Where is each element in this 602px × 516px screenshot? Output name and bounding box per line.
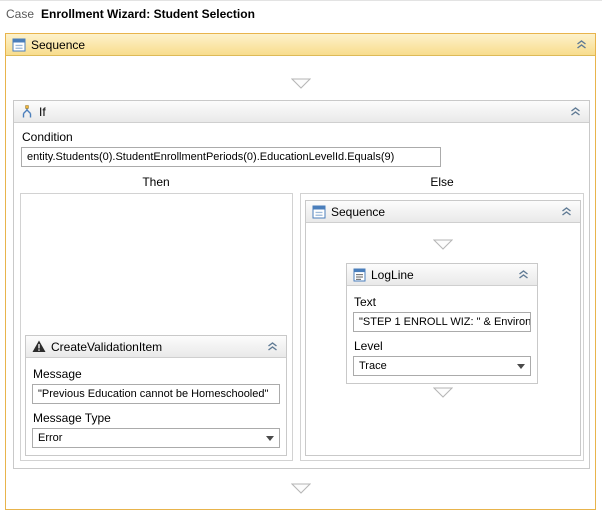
create-validation-item-body: Message "Previous Education cannot be Ho…: [26, 358, 286, 455]
if-activity: If Condition entity.Students(0).StudentE…: [13, 100, 590, 469]
drop-target-triangle[interactable]: [433, 239, 453, 250]
logline-header[interactable]: LogLine: [347, 264, 537, 286]
double-chevron-up-icon: [570, 107, 581, 116]
double-chevron-up-icon: [518, 270, 529, 279]
else-branch-drop-area[interactable]: Sequence: [300, 193, 584, 461]
breadcrumb: Case Enrollment Wizard: Student Selectio…: [0, 1, 602, 27]
then-branch-drop-area[interactable]: CreateValidationItem Message "Previous E…: [20, 193, 293, 461]
create-validation-item-collapse-button[interactable]: [265, 339, 280, 354]
condition-expression-input[interactable]: entity.Students(0).StudentEnrollmentPeri…: [21, 147, 441, 167]
logline-body: Text "STEP 1 ENROLL WIZ: " & Environm Le…: [347, 286, 537, 383]
double-chevron-up-icon: [576, 40, 587, 49]
if-collapse-button[interactable]: [568, 104, 583, 119]
else-branch-label: Else: [382, 175, 502, 189]
drop-target-triangle[interactable]: [433, 387, 453, 398]
if-icon: [20, 105, 34, 119]
sequence-icon: [12, 38, 26, 52]
workflow-designer-canvas: Case Enrollment Wizard: Student Selectio…: [0, 0, 602, 516]
breadcrumb-current-title: Enrollment Wizard: Student Selection: [41, 7, 255, 21]
logline-title: LogLine: [371, 268, 414, 282]
double-chevron-up-icon: [267, 342, 278, 351]
level-dropdown[interactable]: Trace: [353, 356, 531, 376]
else-sequence-title: Sequence: [331, 205, 385, 219]
message-type-label: Message Type: [33, 411, 280, 425]
dropdown-caret-icon: [517, 364, 525, 369]
else-sequence-collapse-button[interactable]: [559, 204, 574, 219]
text-expression-input[interactable]: "STEP 1 ENROLL WIZ: " & Environm: [353, 312, 531, 332]
else-sequence-header[interactable]: Sequence: [306, 201, 580, 223]
condition-label: Condition: [22, 130, 73, 144]
else-sequence-activity: Sequence: [305, 200, 581, 456]
sequence-collapse-button[interactable]: [574, 37, 589, 52]
text-label: Text: [354, 295, 531, 309]
message-type-selected-value: Error: [38, 432, 62, 444]
warning-icon: [32, 340, 46, 353]
sequence-activity: Sequence I: [5, 33, 596, 510]
then-branch-label: Then: [96, 175, 216, 189]
message-label: Message: [33, 367, 280, 381]
sequence-header[interactable]: Sequence: [6, 34, 595, 56]
level-label: Level: [354, 339, 531, 353]
create-validation-item-header[interactable]: CreateValidationItem: [26, 336, 286, 358]
message-type-dropdown[interactable]: Error: [32, 428, 280, 448]
dropdown-caret-icon: [266, 436, 274, 441]
logline-collapse-button[interactable]: [516, 267, 531, 282]
breadcrumb-case-link[interactable]: Case: [6, 7, 34, 21]
create-validation-item-activity: CreateValidationItem Message "Previous E…: [25, 335, 287, 456]
level-selected-value: Trace: [359, 360, 387, 372]
sequence-icon: [312, 205, 326, 219]
if-title: If: [39, 105, 46, 119]
double-chevron-up-icon: [561, 207, 572, 216]
logline-activity: LogLine Text "STEP 1 ENROLL WIZ: " & Env…: [346, 263, 538, 384]
drop-target-triangle[interactable]: [291, 483, 311, 494]
drop-target-triangle[interactable]: [291, 78, 311, 89]
message-input[interactable]: "Previous Education cannot be Homeschool…: [32, 384, 280, 404]
create-validation-item-title: CreateValidationItem: [51, 340, 162, 354]
if-header[interactable]: If: [14, 101, 589, 123]
sequence-title: Sequence: [31, 38, 85, 52]
logline-icon: [353, 268, 366, 282]
